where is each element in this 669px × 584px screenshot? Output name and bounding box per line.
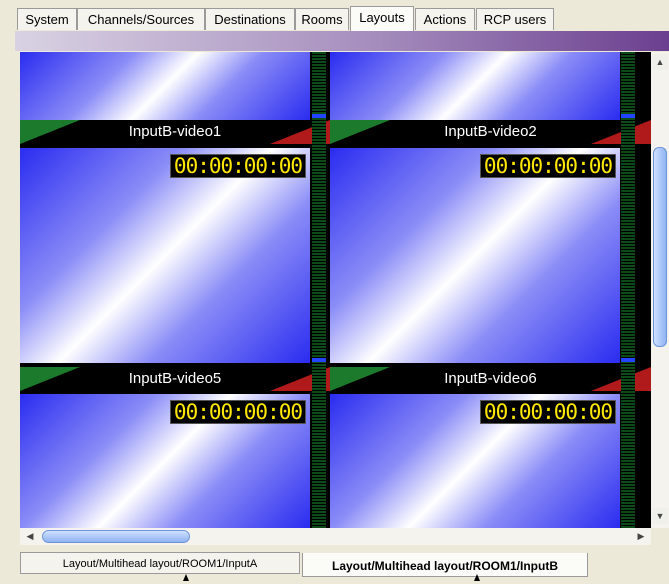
tile-label-bar: InputB-video1 [20, 120, 330, 144]
tab-destinations-label: Destinations [214, 12, 286, 27]
tile-label-bar: InputB-video6 [330, 367, 651, 391]
horizontal-scroll-thumb[interactable] [42, 530, 190, 543]
tile-label-bar: InputB-video5 [20, 367, 330, 391]
layout-tab-inputb-label: Layout/Multihead layout/ROOM1/InputB [332, 559, 558, 573]
header-band [15, 31, 669, 51]
tab-layouts[interactable]: Layouts [350, 6, 414, 31]
tab-rcp-users[interactable]: RCP users [476, 8, 554, 30]
layout-tab-inputb[interactable]: Layout/Multihead layout/ROOM1/InputB [302, 553, 588, 577]
timecode-display: 00:00:00:00 [169, 400, 306, 424]
video-preview-partial [330, 52, 620, 120]
scroll-up-icon[interactable]: ▲ [652, 54, 668, 70]
video-preview[interactable]: 00:00:00:00 [20, 394, 310, 528]
cursor-icon [474, 574, 480, 581]
tab-layouts-label: Layouts [359, 10, 405, 25]
tab-channels-sources[interactable]: Channels/Sources [77, 8, 205, 30]
tab-rooms[interactable]: Rooms [295, 8, 349, 30]
tab-rooms-label: Rooms [301, 12, 343, 27]
tile-name: InputB-video5 [128, 370, 222, 387]
tab-system-label: System [25, 12, 69, 27]
tab-system[interactable]: System [17, 8, 77, 30]
vertical-scrollbar[interactable]: ▲ ▼ [651, 52, 669, 528]
video-preview[interactable]: 00:00:00:00 [330, 394, 620, 528]
tab-channels-sources-label: Channels/Sources [87, 12, 195, 27]
tab-destinations[interactable]: Destinations [205, 8, 295, 30]
layout-viewport: InputB-video1 00:00:00:00 InputB-video2 … [20, 52, 651, 528]
tile-name: InputB-video2 [444, 123, 537, 140]
tab-actions[interactable]: Actions [415, 8, 475, 30]
cursor-icon [183, 574, 189, 581]
video-preview[interactable]: 00:00:00:00 [20, 148, 310, 363]
scroll-left-icon[interactable]: ◀ [22, 528, 38, 545]
tab-rcp-users-label: RCP users [483, 12, 547, 27]
tile-label-bar: InputB-video2 [330, 120, 651, 144]
layout-tab-inputa-label: Layout/Multihead layout/ROOM1/InputA [62, 558, 258, 570]
main-tab-bar: System Channels/Sources Destinations Roo… [0, 0, 669, 33]
scroll-right-icon[interactable]: ▶ [633, 528, 649, 545]
timecode-display: 00:00:00:00 [479, 154, 616, 178]
tab-actions-label: Actions [423, 12, 467, 27]
audio-meter [312, 52, 326, 528]
timecode-display: 00:00:00:00 [479, 400, 616, 424]
layout-tab-inputa[interactable]: Layout/Multihead layout/ROOM1/InputA [20, 552, 300, 574]
timecode-display: 00:00:00:00 [169, 154, 306, 178]
audio-meter [621, 52, 635, 528]
horizontal-scrollbar[interactable]: ◀ ▶ [20, 528, 651, 545]
scroll-down-icon[interactable]: ▼ [652, 508, 668, 524]
tile-name: InputB-video1 [128, 123, 222, 140]
vertical-scroll-thumb[interactable] [653, 147, 667, 347]
video-preview[interactable]: 00:00:00:00 [330, 148, 620, 363]
video-preview-partial [20, 52, 310, 120]
tile-name: InputB-video6 [444, 370, 537, 387]
